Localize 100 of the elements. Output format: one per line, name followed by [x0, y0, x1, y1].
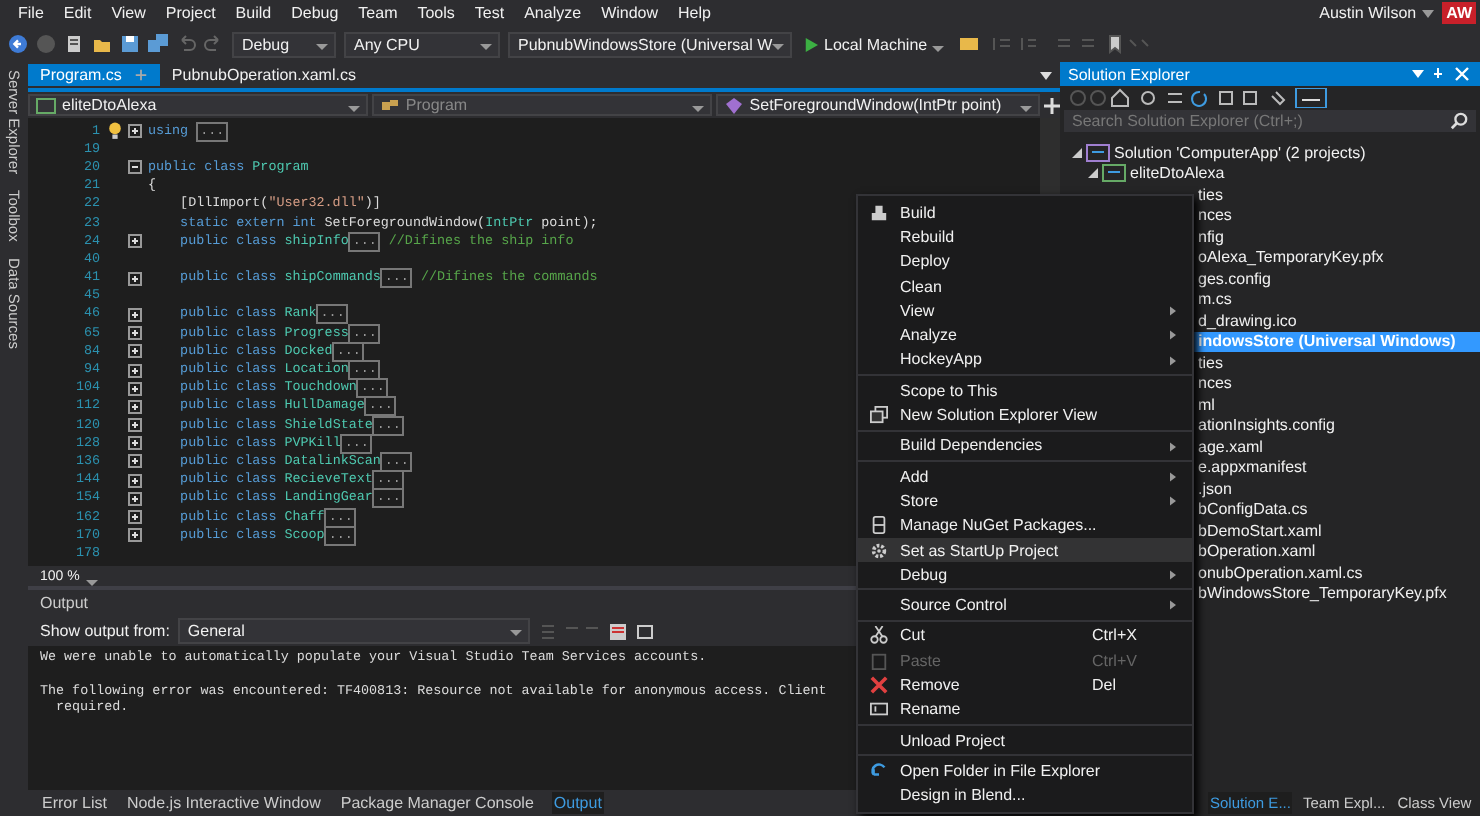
- tree-item[interactable]: m.cs: [1198, 290, 1232, 309]
- redo-icon[interactable]: [204, 34, 224, 54]
- tree-item[interactable]: e.appxmanifest: [1198, 458, 1307, 477]
- window-controls-drawing[interactable]: [1412, 66, 1472, 82]
- platform-dropdown[interactable]: Any CPU: [344, 31, 500, 57]
- menu-item[interactable]: Scope to This: [858, 378, 1192, 403]
- tree-item[interactable]: bDemoStart.xaml: [1198, 521, 1322, 540]
- new-item-icon[interactable]: [64, 34, 84, 54]
- menu-item[interactable]: Help: [668, 4, 721, 22]
- expand-icon[interactable]: [128, 418, 142, 433]
- collapse-icon[interactable]: [128, 160, 142, 175]
- dropdown-icon[interactable]: [1040, 71, 1052, 79]
- tree-item[interactable]: nces: [1198, 374, 1232, 393]
- menu-item[interactable]: Cut Ctrl+X: [858, 623, 1192, 649]
- panel-tab[interactable]: Output: [551, 792, 604, 814]
- tree-item[interactable]: nfig: [1198, 227, 1224, 246]
- add-icon[interactable]: [1044, 97, 1061, 113]
- document-tab[interactable]: Program.cs: [28, 64, 160, 86]
- panel-tab[interactable]: Node.js Interactive Window: [124, 792, 323, 814]
- menu-item[interactable]: Design in Blend...: [858, 783, 1192, 808]
- lightbulb-icon[interactable]: [107, 122, 121, 141]
- menu-item[interactable]: Clean: [858, 273, 1192, 299]
- expand-icon[interactable]: [128, 326, 142, 341]
- menu-item[interactable]: View: [101, 4, 156, 22]
- expand-arrow-icon[interactable]: [1088, 168, 1098, 179]
- expand-icon[interactable]: [128, 271, 142, 286]
- startup-project-dropdown[interactable]: PubnubWindowsStore (Universal W: [508, 31, 792, 57]
- save-all-icon[interactable]: [148, 34, 168, 54]
- menu-item[interactable]: Remove Del: [858, 672, 1192, 698]
- expand-icon[interactable]: [128, 399, 142, 414]
- tree-item[interactable]: ties: [1198, 353, 1223, 372]
- user-avatar[interactable]: AW: [1442, 2, 1476, 24]
- panel-tab[interactable]: Package Manager Console: [338, 792, 536, 814]
- expand-icon[interactable]: [128, 344, 142, 359]
- tree-item[interactable]: ml: [1198, 395, 1215, 414]
- menu-item[interactable]: View: [858, 298, 1192, 323]
- member-dropdown[interactable]: SetForegroundWindow(IntPtr point): [715, 94, 1041, 116]
- expand-icon[interactable]: [128, 234, 142, 249]
- tree-item[interactable]: .json: [1198, 479, 1232, 498]
- menu-item[interactable]: New Solution Explorer View: [858, 402, 1192, 428]
- menu-item[interactable]: Manage NuGet Packages...: [858, 513, 1192, 538]
- expand-icon[interactable]: [128, 363, 142, 378]
- expand-icon[interactable]: [128, 510, 142, 525]
- save-icon[interactable]: [120, 34, 140, 54]
- expand-icon[interactable]: [128, 436, 142, 451]
- expand-icon[interactable]: [128, 491, 142, 506]
- document-tab[interactable]: PubnubOperation.xaml.cs: [159, 64, 368, 86]
- panel-tab[interactable]: Error List: [40, 792, 109, 814]
- tree-item[interactable]: bWindowsStore_TemporaryKey.pfx: [1198, 584, 1447, 603]
- tree-item[interactable]: nces: [1198, 206, 1232, 225]
- menu-item[interactable]: Open Folder in File Explorer: [858, 758, 1192, 784]
- menu-item[interactable]: Store: [858, 488, 1192, 514]
- tree-item[interactable]: ties: [1198, 185, 1223, 204]
- output-source-dropdown[interactable]: General: [177, 618, 530, 644]
- menu-item[interactable]: Source Control: [858, 592, 1192, 618]
- menu-item[interactable]: Build Dependencies: [858, 433, 1192, 458]
- menu-item[interactable]: HockeyApp: [858, 347, 1192, 373]
- menu-item[interactable]: Set as StartUp Project: [858, 537, 1192, 563]
- tree-item[interactable]: onubOperation.xaml.cs: [1198, 563, 1363, 582]
- tree-item[interactable]: eliteDtoAlexa: [1130, 164, 1225, 183]
- menu-item[interactable]: File: [8, 4, 54, 22]
- undo-icon[interactable]: [176, 34, 196, 54]
- menu-item[interactable]: Build: [858, 200, 1192, 225]
- tree-item[interactable]: bOperation.xaml: [1198, 542, 1316, 561]
- search-field[interactable]: Search Solution Explorer (Ctrl+;): [1064, 110, 1476, 132]
- menu-item[interactable]: Team: [348, 4, 408, 22]
- project-dropdown[interactable]: eliteDtoAlexa: [28, 94, 368, 116]
- configuration-dropdown[interactable]: Debug: [232, 31, 336, 57]
- tree-item[interactable]: ationInsights.config: [1198, 416, 1335, 435]
- tree-item[interactable]: oAlexa_TemporaryKey.pfx: [1198, 248, 1384, 267]
- run-button[interactable]: Local Machine: [800, 35, 950, 53]
- type-dropdown[interactable]: Program: [371, 94, 712, 116]
- tree-item[interactable]: bConfigData.cs: [1198, 500, 1308, 519]
- menu-item[interactable]: Unload Project: [858, 727, 1192, 753]
- menu-item[interactable]: Rename: [858, 697, 1192, 722]
- expand-icon[interactable]: [128, 454, 142, 469]
- menu-item[interactable]: Debug: [281, 4, 349, 22]
- menu-item[interactable]: Debug: [858, 562, 1192, 587]
- menu-item[interactable]: Build: [225, 4, 282, 22]
- expand-icon[interactable]: [128, 528, 142, 543]
- back-icon[interactable]: [8, 34, 28, 54]
- menu-item[interactable]: Window: [591, 4, 669, 22]
- menu-item[interactable]: Project: [155, 4, 226, 22]
- expand-icon[interactable]: [128, 124, 142, 139]
- folder-icon[interactable]: [92, 34, 112, 54]
- menu-item[interactable]: Rebuild: [858, 224, 1192, 250]
- expand-icon[interactable]: [128, 307, 142, 322]
- menu-item[interactable]: Add: [858, 463, 1192, 489]
- tree-item[interactable]: d_drawing.ico: [1198, 311, 1297, 330]
- menu-item[interactable]: Tools: [407, 4, 465, 22]
- menu-item[interactable]: Test: [464, 4, 515, 22]
- expand-icon[interactable]: [128, 381, 142, 396]
- menu-item[interactable]: Edit: [53, 4, 102, 22]
- tree-item[interactable]: ges.config: [1198, 269, 1271, 288]
- user-name[interactable]: Austin Wilson: [1319, 4, 1417, 22]
- tree-item[interactable]: age.xaml: [1198, 437, 1263, 456]
- tree-item[interactable]: Solution 'ComputerApp' (2 projects): [1114, 143, 1366, 162]
- menu-item[interactable]: Analyze: [858, 322, 1192, 348]
- expand-arrow-icon[interactable]: [1072, 147, 1082, 158]
- expand-icon[interactable]: [128, 473, 142, 488]
